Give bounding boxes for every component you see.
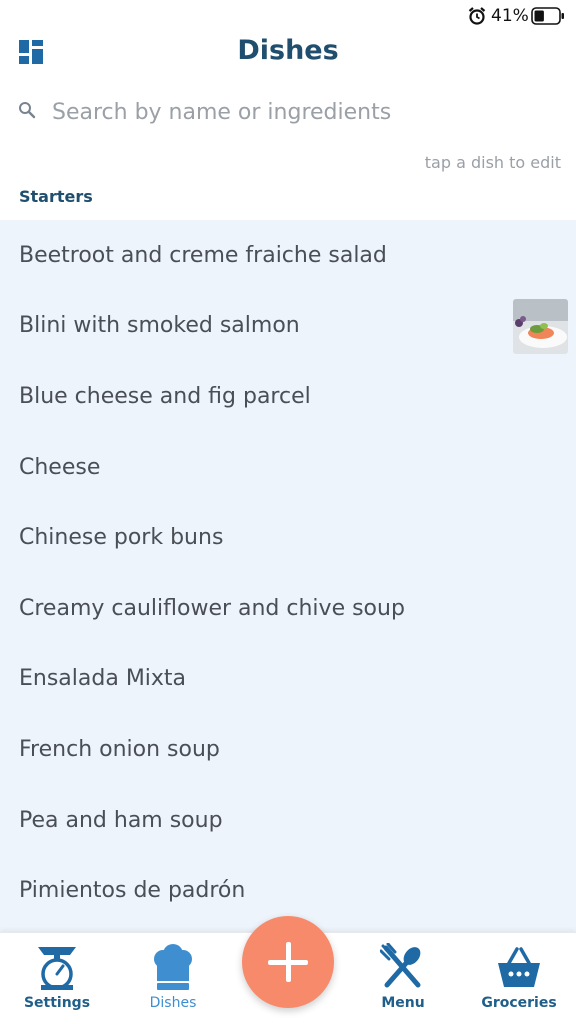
dish-item[interactable]: Cheese (0, 432, 576, 503)
plus-icon-vertical (286, 942, 291, 982)
nav-groceries-label: Groceries (481, 995, 557, 1011)
search-icon (19, 102, 36, 119)
dish-item[interactable]: Blue cheese and fig parcel (0, 361, 576, 432)
nav-dishes-label: Dishes (149, 995, 197, 1011)
dish-name: Blue cheese and fig parcel (19, 383, 311, 409)
dish-name: Chinese pork buns (19, 525, 224, 551)
page-title: Dishes (237, 35, 339, 66)
dish-item[interactable]: Creamy cauliflower and chive soup (0, 573, 576, 644)
dish-name: French onion soup (19, 736, 220, 762)
add-dish-button[interactable] (242, 916, 334, 1008)
kitchen-scale-icon (38, 947, 76, 990)
dish-item[interactable]: French onion soup (0, 714, 576, 785)
nav-menu-label: Menu (381, 995, 425, 1011)
alarm-clock-icon (468, 7, 486, 25)
dish-item[interactable]: Blini with smoked salmon (0, 291, 576, 362)
dish-name: Pea and ham soup (19, 807, 223, 833)
edit-hint: tap a dish to edit (424, 153, 561, 172)
status-bar: 41% (0, 0, 576, 32)
shopping-basket-icon (498, 947, 540, 987)
dish-item[interactable]: Ensalada Mixta (0, 644, 576, 715)
nav-groceries[interactable]: Groceries (464, 943, 574, 1021)
chef-hat-icon (154, 944, 192, 990)
nav-settings[interactable]: Settings (2, 943, 112, 1021)
dish-item[interactable]: Beetroot and creme fraiche salad (0, 220, 576, 291)
search-input[interactable] (52, 94, 552, 130)
dish-name: Ensalada Mixta (19, 666, 187, 692)
dish-name: Cheese (19, 454, 101, 480)
dish-list: Beetroot and creme fraiche salad Blini w… (0, 220, 576, 932)
nav-settings-label: Settings (23, 995, 91, 1011)
section-title-starters: Starters (19, 187, 93, 206)
dish-name: Blini with smoked salmon (19, 313, 300, 339)
search-bar (0, 90, 576, 134)
dish-name: Creamy cauliflower and chive soup (19, 595, 405, 621)
header: Dishes (0, 32, 576, 76)
dish-name: Beetroot and creme fraiche salad (19, 242, 387, 268)
battery-percentage: 41% (491, 6, 529, 26)
dish-name: Pimientos de padrón (19, 878, 246, 904)
dish-item[interactable]: Chinese pork buns (0, 502, 576, 573)
nav-menu[interactable]: Menu (348, 943, 458, 1021)
nav-dishes[interactable]: Dishes (118, 943, 228, 1021)
dish-photo-thumbnail (513, 298, 568, 354)
fork-spoon-icon (380, 943, 421, 988)
battery-icon (531, 7, 564, 25)
dish-item[interactable]: Pea and ham soup (0, 785, 576, 856)
